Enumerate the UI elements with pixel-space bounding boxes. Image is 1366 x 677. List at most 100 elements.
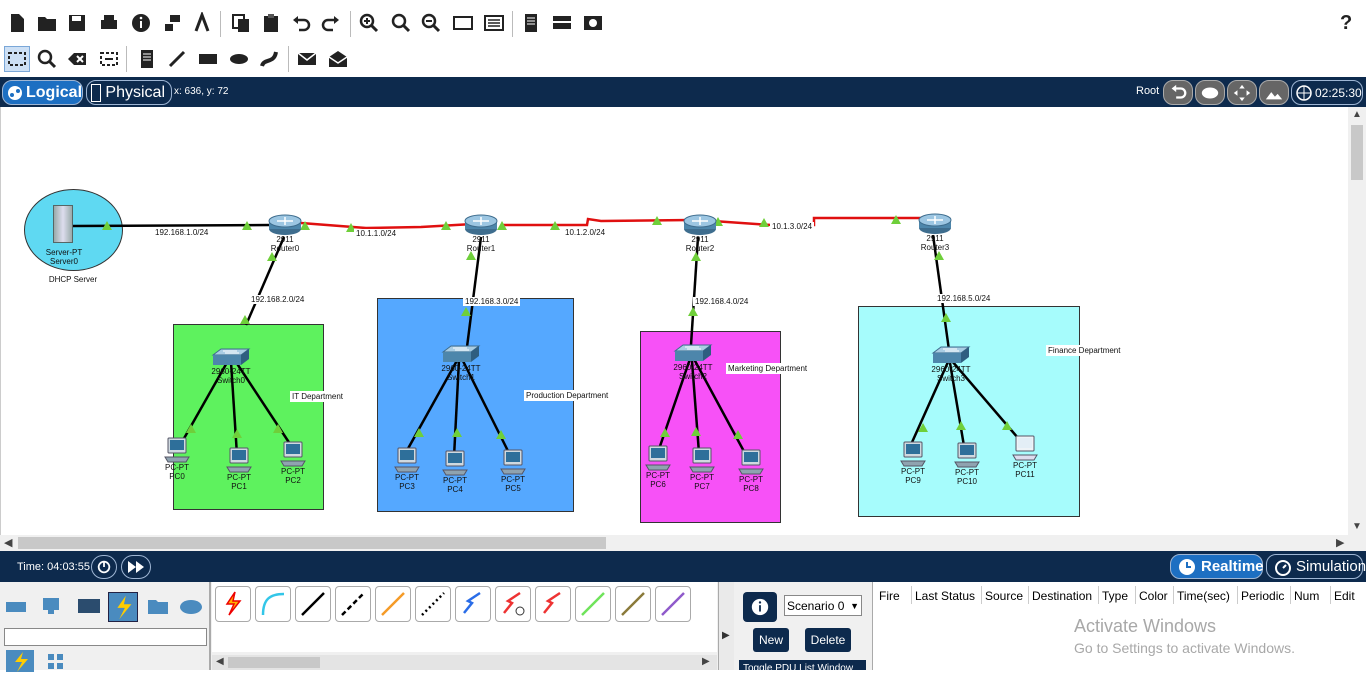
- place-note-icon[interactable]: [134, 46, 160, 72]
- end-devices-icon[interactable]: [40, 594, 64, 618]
- scroll-left-icon[interactable]: ◀: [216, 656, 224, 667]
- device-search-field[interactable]: [4, 628, 207, 646]
- fast-forward-icon[interactable]: [121, 555, 151, 579]
- pc-7[interactable]: PC-PT PC7: [688, 447, 716, 491]
- inspect-icon[interactable]: [34, 46, 60, 72]
- router-3[interactable]: 2911 Router3: [917, 210, 953, 252]
- phone-cable-icon[interactable]: [455, 586, 491, 622]
- pdu-column-header[interactable]: Fire: [879, 589, 900, 603]
- coaxial-cable-icon[interactable]: [495, 586, 531, 622]
- multiuser-icon[interactable]: [178, 594, 204, 618]
- new-file-icon[interactable]: [4, 10, 30, 36]
- switch-2[interactable]: 2960-24TT Switch2: [673, 343, 713, 381]
- expand-arrow-icon[interactable]: ▶: [722, 630, 730, 641]
- scroll-right-icon[interactable]: ▶: [702, 656, 710, 667]
- scenario-select[interactable]: Scenario 0 ▼: [784, 595, 862, 616]
- simulation-mode-button[interactable]: Simulation: [1266, 554, 1366, 579]
- switch-1[interactable]: 2960-24TT Switch1: [441, 344, 481, 382]
- horizontal-scrollbar[interactable]: ◀ ▶: [0, 535, 1366, 551]
- pc-0[interactable]: PC-PT PC0: [163, 437, 191, 481]
- cable-palette-scrollbar[interactable]: ◀ ▶: [212, 655, 717, 670]
- save-icon[interactable]: [64, 10, 90, 36]
- realtime-mode-button[interactable]: Realtime: [1170, 554, 1264, 579]
- freeform-icon[interactable]: [256, 46, 282, 72]
- zoom-out-icon[interactable]: [418, 10, 444, 36]
- pc-5[interactable]: PC-PT PC5: [499, 449, 527, 493]
- usb-cable-icon[interactable]: [655, 586, 691, 622]
- horizontal-scroll-thumb[interactable]: [18, 537, 606, 549]
- text-file-icon[interactable]: [518, 10, 544, 36]
- scroll-left-icon[interactable]: ◀: [4, 536, 12, 549]
- device-template-icon[interactable]: [549, 10, 575, 36]
- delete-icon[interactable]: [64, 46, 90, 72]
- grid-view-icon[interactable]: [46, 652, 66, 670]
- set-background-icon[interactable]: [1259, 80, 1289, 105]
- draw-ellipse-icon[interactable]: [226, 46, 252, 72]
- console-cable-icon[interactable]: [255, 586, 291, 622]
- pc-6[interactable]: PC-PT PC6: [644, 445, 672, 489]
- pdu-column-header[interactable]: Source: [985, 589, 1023, 603]
- cluster-icon[interactable]: [1195, 80, 1225, 105]
- scroll-down-icon[interactable]: ▼: [1352, 521, 1362, 532]
- pdu-column-header[interactable]: Time(sec): [1177, 589, 1230, 603]
- connections-icon[interactable]: [108, 592, 138, 622]
- power-cycle-icon[interactable]: [91, 555, 117, 579]
- switch-0[interactable]: 2960-24TT Switch0: [211, 347, 251, 385]
- zoom-reset-icon[interactable]: [388, 10, 414, 36]
- switch-3[interactable]: 2960-24TT Switch3: [931, 345, 971, 383]
- router-0[interactable]: 2911 Router0: [267, 211, 303, 253]
- image-icon[interactable]: [580, 10, 606, 36]
- custom-device-icon[interactable]: [481, 10, 507, 36]
- pdu-column-header[interactable]: Num: [1294, 589, 1319, 603]
- open-folder-icon[interactable]: [34, 10, 60, 36]
- vertical-scrollbar[interactable]: ▲ ▼: [1348, 107, 1366, 535]
- pdu-column-header[interactable]: Destination: [1032, 589, 1092, 603]
- new-scenario-button[interactable]: New: [753, 628, 789, 652]
- pdu-column-header[interactable]: Edit: [1334, 589, 1355, 603]
- pc-10[interactable]: PC-PT PC10: [953, 442, 981, 486]
- help-icon[interactable]: ?: [1340, 12, 1352, 35]
- move-object-icon[interactable]: [1227, 80, 1257, 105]
- delete-scenario-button[interactable]: Delete: [805, 628, 851, 652]
- panel-splitter[interactable]: ▶: [718, 582, 734, 670]
- vertical-scroll-thumb[interactable]: [1351, 125, 1363, 180]
- serial-dce-cable-icon[interactable]: [535, 586, 571, 622]
- cable-scroll-thumb[interactable]: [228, 657, 320, 668]
- pdu-column-header[interactable]: Type: [1102, 589, 1128, 603]
- tab-physical[interactable]: Physical: [86, 80, 172, 105]
- back-icon[interactable]: [1163, 80, 1193, 105]
- crossover-cable-icon[interactable]: [335, 586, 371, 622]
- pc-3[interactable]: PC-PT PC3: [393, 447, 421, 491]
- pdu-column-header[interactable]: Color: [1139, 589, 1168, 603]
- viewport-clock[interactable]: 02:25:30: [1291, 80, 1363, 105]
- components-icon[interactable]: [76, 594, 102, 618]
- add-simple-pdu-icon[interactable]: [294, 46, 320, 72]
- fiber-cable-icon[interactable]: [415, 586, 451, 622]
- router-1[interactable]: 2911 Router1: [463, 211, 499, 253]
- pc-9[interactable]: PC-PT PC9: [899, 441, 927, 485]
- activity-wizard-icon[interactable]: [190, 10, 216, 36]
- pc-11[interactable]: PC-PT PC11: [1011, 435, 1039, 479]
- undo-icon[interactable]: [288, 10, 314, 36]
- pc-4[interactable]: PC-PT PC4: [441, 450, 469, 494]
- scenario-info-icon[interactable]: [743, 592, 777, 622]
- info-icon[interactable]: [128, 10, 154, 36]
- pc-1[interactable]: PC-PT PC1: [225, 447, 253, 491]
- zoom-in-icon[interactable]: [356, 10, 382, 36]
- resize-icon[interactable]: [96, 46, 122, 72]
- add-complex-pdu-icon[interactable]: [325, 46, 351, 72]
- pdu-column-header[interactable]: Periodic: [1241, 589, 1284, 603]
- redo-icon[interactable]: [318, 10, 344, 36]
- octal-cable-icon[interactable]: [575, 586, 611, 622]
- pdu-column-header[interactable]: Last Status: [915, 589, 975, 603]
- automatic-connection-icon[interactable]: [215, 586, 251, 622]
- connections-subtype-icon[interactable]: [6, 650, 34, 672]
- toggle-pdu-list-button[interactable]: Toggle PDU List Window: [739, 660, 866, 670]
- draw-line-icon[interactable]: [164, 46, 190, 72]
- network-devices-icon[interactable]: [4, 594, 28, 618]
- pc-2[interactable]: PC-PT PC2: [279, 441, 307, 485]
- copy-icon[interactable]: [228, 10, 254, 36]
- router-2[interactable]: 2911 Router2: [682, 211, 718, 253]
- scroll-right-icon[interactable]: ▶: [1336, 536, 1344, 549]
- pc-8[interactable]: PC-PT PC8: [737, 449, 765, 493]
